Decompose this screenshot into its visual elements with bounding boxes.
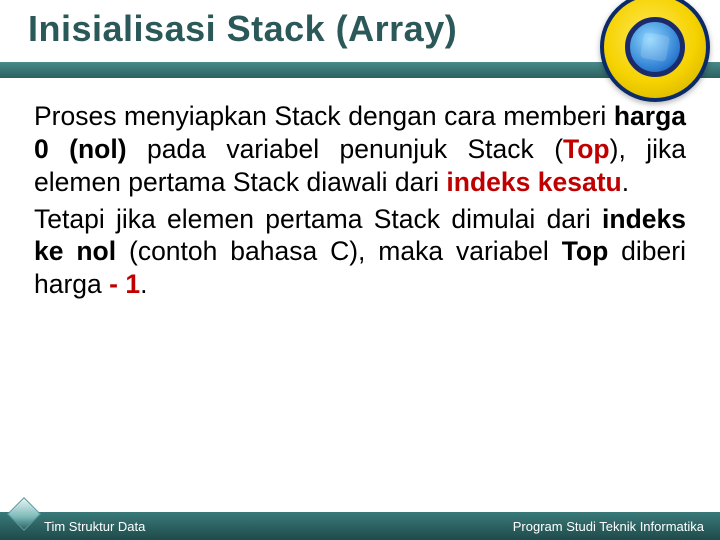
- footer-left: Tim Struktur Data: [44, 519, 145, 534]
- paragraph-2: Tetapi jika elemen pertama Stack dimulai…: [34, 203, 686, 302]
- text-run: (contoh bahasa C), maka variabel: [116, 236, 562, 266]
- text-run: Proses menyiapkan Stack dengan cara memb…: [34, 101, 614, 131]
- text-run: .: [622, 167, 629, 197]
- text-run: .: [140, 269, 147, 299]
- footer-right: Program Studi Teknik Informatika: [513, 519, 704, 534]
- logo-emblem: [625, 17, 685, 77]
- text-run: pada variabel penunjuk Stack (: [127, 134, 563, 164]
- slide-footer: Tim Struktur Data Program Studi Teknik I…: [0, 512, 720, 540]
- keyword-top: Top: [563, 134, 610, 164]
- keyword-minus-one: - 1: [109, 269, 140, 299]
- text-run: Tetapi jika elemen pertama Stack dimulai…: [34, 204, 602, 234]
- keyword-indeks-kesatu: indeks kesatu: [446, 167, 621, 197]
- bold-run: Top: [562, 236, 609, 266]
- slide-body: Proses menyiapkan Stack dengan cara memb…: [0, 78, 720, 301]
- paragraph-1: Proses menyiapkan Stack dengan cara memb…: [34, 100, 686, 199]
- slide-header: Inisialisasi Stack (Array): [0, 0, 720, 78]
- slide-title: Inisialisasi Stack (Array): [28, 8, 457, 50]
